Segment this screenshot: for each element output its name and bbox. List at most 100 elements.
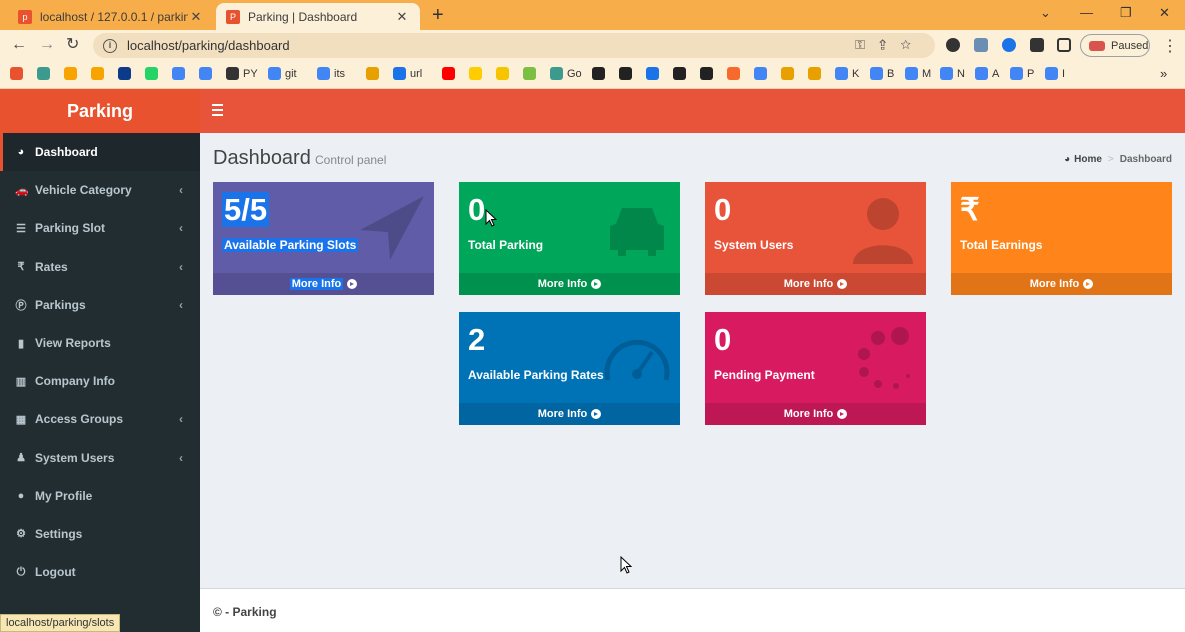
bookmark-item[interactable] [64,67,81,80]
more-info-link[interactable]: More Info [951,273,1172,295]
profile-paused-button[interactable]: Paused [1080,34,1150,57]
bar-chart-icon: ▮ [17,337,25,350]
sidebar-item-company-info[interactable]: ▥ Company Info [0,362,200,400]
bookmark-item[interactable]: M [905,67,931,80]
restore-icon[interactable]: ❐ [1120,5,1132,21]
bookmark-item[interactable] [366,67,383,80]
parking-icon: Ⓟ [15,299,27,312]
bookmark-item[interactable]: PY [226,67,258,80]
bookmark-item[interactable] [700,67,717,80]
bookmark-item[interactable] [781,67,798,80]
browser-tab-phpmyadmin[interactable]: p localhost / 127.0.0.1 / parking / c ✕ [8,3,214,30]
sidebar-item-parkings[interactable]: Ⓟ Parkings ‹ [0,286,200,324]
sidebar-item-parking-slot[interactable]: ☰ Parking Slot ‹ [0,209,200,247]
tab-close-icon[interactable]: ✕ [394,9,410,25]
user-icon [853,198,913,264]
bookmark-item[interactable] [523,67,540,80]
phpmyadmin-icon: p [18,9,32,24]
bookmark-favicon-icon [118,67,131,80]
at-extension-icon[interactable] [1002,38,1016,52]
mouse-cursor-icon [620,556,632,574]
image-extension-icon[interactable] [974,38,988,52]
bookmark-favicon-icon [10,67,23,80]
browser-tabstrip: p localhost / 127.0.0.1 / parking / c ✕ … [0,0,1185,30]
sidebar-item-vehicle-category[interactable]: 🚗 Vehicle Category ‹ [0,171,200,209]
bookmark-item[interactable] [91,67,108,80]
back-icon[interactable]: ← [11,36,27,54]
more-info-link[interactable]: More Info [459,273,680,295]
bookmark-label: url [410,67,423,80]
address-bar[interactable]: i localhost/parking/dashboard ⚿⇪☆ [93,33,935,58]
stat-label: Available Parking Rates [468,368,604,382]
bookmark-item[interactable] [808,67,825,80]
bookmark-item[interactable] [199,67,216,80]
bookmark-item[interactable]: K [835,67,859,80]
tab-close-icon[interactable]: ✕ [188,9,204,25]
bookmark-star-icon[interactable]: ☆ [900,37,925,52]
bookmark-label: I [1062,67,1066,80]
page-subtitle: Control panel [315,153,387,167]
bookmark-item[interactable] [118,67,135,80]
breadcrumb-home[interactable]: Home [1074,154,1102,165]
bookmark-item[interactable] [37,67,54,80]
bookmark-item[interactable] [673,67,690,80]
stat-box-parking-rates: 2 Available Parking Rates More Info [459,312,680,425]
bookmark-item[interactable]: A [975,67,999,80]
bookmark-item[interactable] [646,67,663,80]
bookmark-item[interactable] [469,67,486,80]
side-panel-icon[interactable] [1057,38,1071,52]
sidebar-item-rates[interactable]: ₹ Rates ‹ [0,248,200,286]
reload-icon[interactable]: ↻ [66,36,79,54]
bookmarks-bar: PY git its url Go K B M N A P I » [0,61,1185,89]
browser-tab-dashboard[interactable]: P Parking | Dashboard ✕ [216,3,420,30]
bookmark-favicon-icon [317,67,330,80]
more-info-link[interactable]: More Info [705,403,926,425]
extensions-puzzle-icon[interactable] [1030,38,1044,52]
more-info-link[interactable]: More Info [705,273,926,295]
bookmark-item[interactable] [754,67,771,80]
bookmark-item[interactable] [10,67,27,80]
bookmark-item[interactable]: git [268,67,297,80]
bookmark-item[interactable]: N [940,67,965,80]
bookmark-item[interactable] [442,67,459,80]
share-icon[interactable]: ⇪ [879,37,900,52]
bookmark-item[interactable] [727,67,744,80]
close-window-icon[interactable]: ✕ [1159,5,1170,21]
sidebar-toggle-icon[interactable] [212,104,223,119]
bookmark-item[interactable] [172,67,189,80]
sidebar-item-access-groups[interactable]: ▦ Access Groups ‹ [0,400,200,438]
bookmark-item[interactable]: B [870,67,894,80]
panda-extension-icon[interactable] [946,38,960,52]
bookmark-item[interactable]: P [1010,67,1034,80]
sidebar-item-settings[interactable]: ⚙ Settings [0,515,200,553]
bookmarks-overflow-icon[interactable]: » [1160,66,1167,81]
key-icon[interactable]: ⚿ [855,37,879,52]
bookmark-item[interactable] [619,67,636,80]
sidebar-item-dashboard[interactable]: ◕ Dashboard [0,133,200,172]
brand-logo[interactable]: Parking [0,89,200,133]
site-info-icon[interactable]: i [103,38,117,53]
sidebar-item-view-reports[interactable]: ▮ View Reports [0,324,200,362]
profile-status: Paused [1111,39,1149,52]
more-info-link[interactable]: More Info [213,273,434,295]
bookmark-item[interactable]: I [1045,67,1065,80]
minimize-icon[interactable]: — [1080,5,1093,20]
bookmark-item[interactable]: its [317,67,345,80]
speedometer-icon [604,339,670,381]
forward-icon[interactable]: → [39,36,55,54]
bookmark-item[interactable] [145,67,162,80]
sidebar-item-logout[interactable]: ⏻ Logout [0,553,200,591]
tab-search-icon[interactable]: ⌄ [1040,5,1051,21]
sidebar-item-system-users[interactable]: ♟ System Users ‹ [0,439,200,477]
bookmark-label: git [285,67,297,80]
sidebar-item-my-profile[interactable]: ● My Profile [0,477,200,515]
bookmark-favicon-icon [226,67,239,80]
bookmark-item[interactable]: Go [550,67,582,80]
bookmark-item[interactable]: url [393,67,422,80]
new-tab-button[interactable]: + [432,5,444,25]
bookmark-item[interactable] [496,67,513,80]
bookmark-item[interactable] [592,67,609,80]
more-info-link[interactable]: More Info [459,403,680,425]
breadcrumb: ◕ Home > Dashboard [1064,154,1172,165]
browser-menu-icon[interactable]: ⋮ [1162,36,1178,56]
